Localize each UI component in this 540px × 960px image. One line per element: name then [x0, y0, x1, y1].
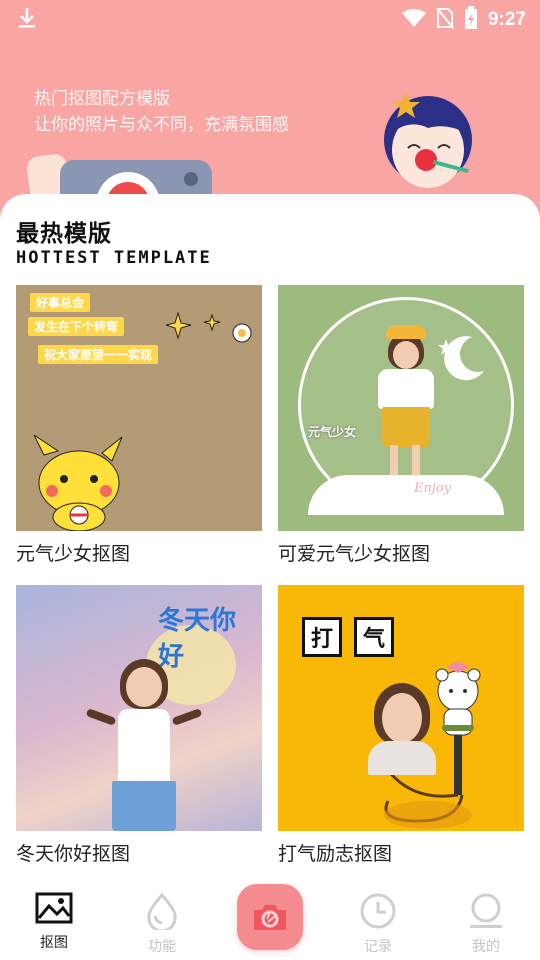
profile-icon: [470, 893, 502, 928]
nav-label: 功能: [148, 939, 176, 955]
image-icon: [35, 892, 73, 924]
template-thumbnail[interactable]: 好事总会 发生在下个转弯 祝大家愿望一一实现: [16, 285, 262, 531]
camera-button[interactable]: [237, 884, 303, 950]
section-subtitle: HOTTEST TEMPLATE: [16, 248, 212, 268]
drop-icon: [147, 892, 177, 933]
pikachu-illustration: [33, 435, 123, 531]
status-bar: 9:27: [0, 0, 540, 36]
bottom-navigation: 抠图 功能 记录 我的: [0, 884, 540, 960]
nav-label: 我的: [472, 939, 500, 955]
nav-item-records[interactable]: 记录: [338, 892, 418, 956]
battery-icon: [464, 6, 478, 34]
signature-text: Enjoy: [414, 481, 452, 496]
template-card[interactable]: 元气少女 Enjoy 可爱元气少女抠图: [278, 285, 524, 567]
wifi-icon: [401, 8, 426, 32]
cloud-decoration: [308, 475, 504, 515]
thumbnail-tag: 发生在下个转弯: [28, 317, 125, 336]
template-card[interactable]: 好事总会 发生在下个转弯 祝大家愿望一一实现 元气少女抠图: [16, 285, 262, 567]
template-thumbnail[interactable]: 打 气: [278, 585, 524, 831]
moon-star-icon: [438, 336, 484, 381]
nav-label: 记录: [364, 939, 392, 955]
template-thumbnail[interactable]: 冬天你好: [16, 585, 262, 831]
template-label: 可爱元气少女抠图: [278, 543, 431, 565]
download-icon: [16, 6, 38, 34]
template-label: 打气励志抠图: [278, 843, 393, 865]
template-card[interactable]: 打 气 打气励志抠图: [278, 585, 524, 867]
thumbnail-caption: 冬天你好: [158, 606, 237, 672]
thumbnail-tag: 祝大家愿望一一实现: [38, 345, 159, 364]
template-label: 冬天你好抠图: [16, 843, 131, 865]
nav-item-profile[interactable]: 我的: [446, 892, 526, 956]
thumbnail-char-box: 打: [302, 617, 342, 657]
template-label: 元气少女抠图: [16, 543, 131, 565]
status-time: 9:27: [487, 9, 526, 30]
section-title: 最热模版: [16, 221, 112, 247]
thumbnail-tag: 好事总会: [30, 293, 91, 312]
clock-icon: [360, 893, 396, 929]
thumbnail-caption: 元气少女: [308, 425, 357, 439]
camera-dot: [184, 172, 198, 186]
banner-line-2: 让你的照片与众不同，充满氛围感: [34, 115, 289, 135]
template-thumbnail[interactable]: 元气少女 Enjoy: [278, 285, 524, 531]
nav-item-functions[interactable]: 功能: [122, 892, 202, 956]
template-section: 最热模版 HOTTEST TEMPLATE 好事总会 发生在下个转弯 祝大家愿望…: [0, 194, 540, 884]
nav-label: 抠图: [40, 935, 68, 951]
sparkle-icon: [166, 311, 252, 343]
template-card[interactable]: 冬天你好 冬天你好抠图: [16, 585, 262, 867]
no-sim-icon: [436, 7, 454, 33]
banner-girl-illustration: [384, 92, 472, 188]
camera-icon: [254, 905, 286, 930]
banner-line-1: 热门抠图配方模版: [34, 89, 170, 109]
nav-item-cutout[interactable]: 抠图: [14, 892, 94, 952]
banner-text: 热门抠图配方模版 让你的照片与众不同，充满氛围感: [34, 86, 289, 138]
